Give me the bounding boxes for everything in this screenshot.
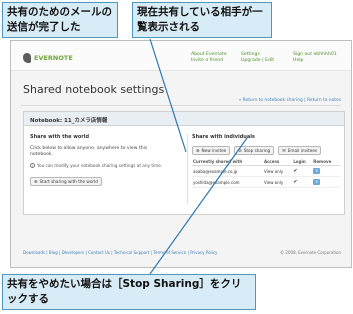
new-invitee-label: New invitee [201, 148, 227, 153]
nav-invite-link[interactable]: Invite a friend [191, 58, 227, 64]
nav-help-link[interactable]: Help [293, 58, 337, 64]
remove-button[interactable]: × [313, 179, 321, 185]
new-invitee-button[interactable]: ⊕ New invitee [192, 146, 231, 155]
start-sharing-world-button[interactable]: ⊕ Start sharing with the world [30, 177, 102, 186]
globe-icon: ⊕ [34, 179, 38, 184]
callout-email-sent: 共有のためのメールの送信が完了した [2, 2, 118, 38]
evernote-logo[interactable]: EVERNOTE [23, 53, 73, 63]
add-user-icon: ⊕ [196, 148, 200, 153]
share-individuals-title: Share with individuals [192, 134, 255, 140]
email-invitees-button[interactable]: ✉ Email invitees [278, 146, 322, 155]
notebook-header: Notebook: 11_カメラ店情報 [24, 112, 344, 126]
callout-shared-list: 現在共有している相手が一覧表示される [132, 2, 272, 38]
evernote-screen: EVERNOTE About Evernote Invite a friend … [10, 40, 352, 268]
back-links[interactable]: « Return to notebook sharing | Return to… [239, 98, 341, 103]
top-bar: EVERNOTE About Evernote Invite a friend … [11, 41, 351, 71]
row-email: aoaba@example.co.jp [192, 165, 263, 177]
individual-buttons: ⊕ New invitee ⊘ Stop sharing ✉ Email inv… [192, 146, 340, 155]
nav-column-settings: Settings Upgrade | Edit [241, 52, 274, 64]
elephant-icon [23, 53, 31, 63]
footer-links[interactable]: Downloads | Blog | Developers | Contact … [23, 250, 217, 255]
nav-upgrade-link[interactable]: Upgrade | Edit [241, 58, 274, 64]
row-email: yoshida@example.com [192, 176, 263, 188]
share-world-title: Share with the world [30, 134, 90, 140]
divider [21, 105, 341, 106]
logo-text: EVERNOTE [34, 54, 73, 62]
share-world-description: Click below to allow anyone, anywhere to… [30, 146, 148, 157]
stop-icon: ⊘ [238, 148, 242, 153]
copyright: © 2008, Evernote Corporation [280, 250, 341, 255]
mail-icon: ✉ [282, 148, 286, 153]
email-invitees-label: Email invitees [287, 148, 318, 153]
row-access[interactable]: View only [262, 165, 293, 177]
col-login: Login [292, 158, 313, 166]
table-row: aoaba@example.co.jp View only ✔ × [192, 165, 340, 177]
nav-column-account: Sign out ebhhhh01 Help [293, 52, 337, 64]
nav-column-about: About Evernote Invite a friend [191, 52, 227, 64]
stop-sharing-label: Stop sharing [243, 148, 271, 153]
share-world-note-text: You can modify your notebook sharing set… [37, 163, 163, 168]
page-title: Shared notebook settings [23, 83, 165, 96]
start-sharing-label: Start sharing with the world [39, 179, 98, 184]
table-header-row: Currently shared with Access Login Remov… [192, 158, 340, 166]
stop-sharing-button[interactable]: ⊘ Stop sharing [234, 146, 275, 155]
shared-with-table: Currently shared with Access Login Remov… [192, 158, 340, 188]
table-row: yoshida@example.com View only ✔ × [192, 176, 340, 188]
callout-stop-sharing: 共有をやめたい場合は［Stop Sharing］をクリックする [2, 274, 256, 310]
col-remove: Remove [312, 158, 340, 166]
section-divider [187, 134, 188, 204]
col-shared-with: Currently shared with [192, 158, 263, 166]
login-check-icon: ✔ [292, 176, 313, 188]
row-access[interactable]: View only [262, 176, 293, 188]
remove-button[interactable]: × [313, 168, 321, 174]
info-icon: i [30, 163, 35, 168]
login-check-icon: ✔ [292, 165, 313, 177]
share-world-note: i You can modify your notebook sharing s… [30, 163, 180, 168]
share-individuals-section: Share with individuals ⊕ New invitee ⊘ S… [192, 134, 340, 188]
share-world-section: Share with the world Click below to allo… [30, 134, 180, 187]
col-access: Access [262, 158, 293, 166]
notebook-panel: Notebook: 11_カメラ店情報 Share with the world… [23, 111, 345, 215]
